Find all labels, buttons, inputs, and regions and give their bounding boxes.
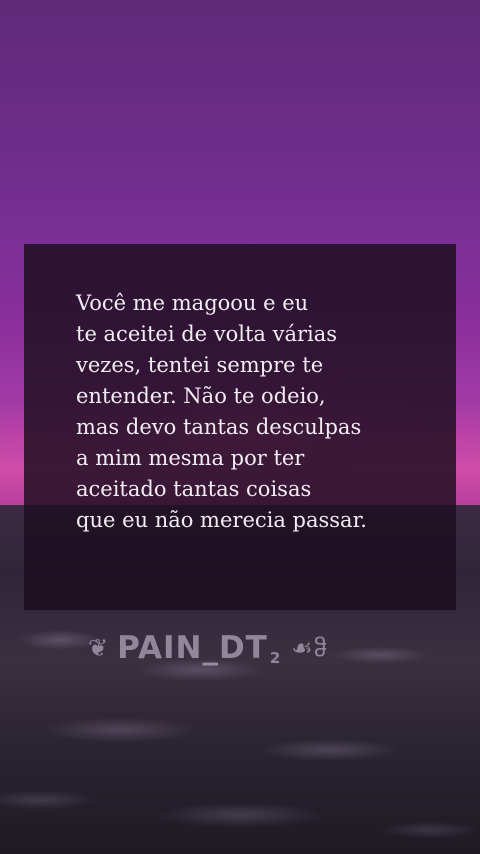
watermark-text: PAIN_DT xyxy=(117,630,268,666)
ornament-icon: ☙ჵ xyxy=(291,634,329,662)
heart-flourish-icon: ❦ xyxy=(88,634,110,662)
quote-box: Você me magoou e eu te aceitei de volta … xyxy=(24,244,456,610)
quote-line: entender. Não te odeio, xyxy=(76,384,326,408)
quote-line: que eu não merecia passar. xyxy=(76,508,367,532)
quote-line: te aceitei de volta várias xyxy=(76,322,338,346)
quote-text: Você me magoou e eu te aceitei de volta … xyxy=(76,288,436,536)
watermark-subscript: 2 xyxy=(269,649,282,667)
quote-line: vezes, tentei sempre te xyxy=(76,353,324,377)
watermark: ❦ PAIN_DT 2 ☙ჵ xyxy=(88,626,328,670)
quote-line: Você me magoou e eu xyxy=(76,291,309,315)
quote-line: aceitado tantas coisas xyxy=(76,477,312,501)
quote-line: a mim mesma por ter xyxy=(76,446,305,470)
quote-line: mas devo tantas desculpas xyxy=(76,415,362,439)
